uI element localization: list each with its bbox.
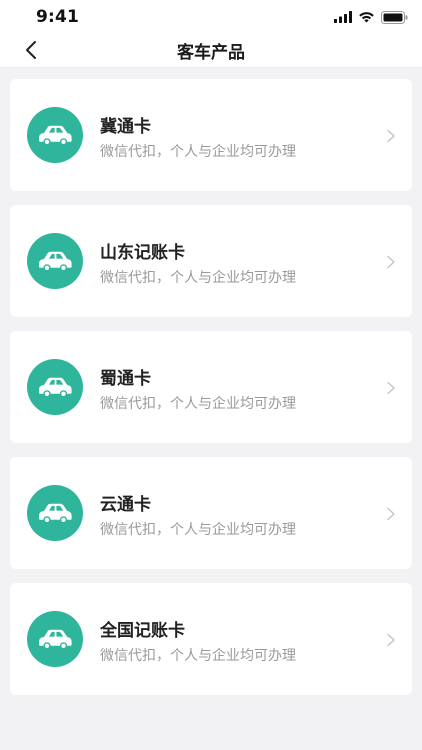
status-time: 9:41	[36, 7, 80, 27]
car-icon-badge	[27, 233, 83, 289]
battery-icon	[381, 10, 408, 24]
product-list: 冀通卡 微信代扣，个人与企业均可办理 山东记账卡 微信代扣，个人与企业均可办理	[10, 79, 412, 709]
car-icon	[39, 629, 72, 650]
car-icon-badge	[27, 359, 83, 415]
chevron-right-icon	[387, 255, 395, 269]
signal-icon	[334, 11, 352, 23]
product-title: 云通卡	[100, 495, 151, 515]
product-card-4[interactable]: 云通卡 微信代扣，个人与企业均可办理	[10, 457, 412, 569]
product-subtitle: 微信代扣，个人与企业均可办理	[100, 648, 296, 664]
wifi-icon	[359, 12, 374, 23]
chevron-right-icon	[387, 129, 395, 143]
chevron-right-icon	[387, 633, 395, 647]
product-subtitle: 微信代扣，个人与企业均可办理	[100, 396, 296, 412]
nav-bar: 客车产品	[0, 34, 422, 68]
product-subtitle: 微信代扣，个人与企业均可办理	[100, 522, 296, 538]
car-icon-badge	[27, 485, 83, 541]
car-icon-badge	[27, 611, 83, 667]
car-icon	[39, 125, 72, 146]
product-title: 山东记账卡	[100, 243, 185, 263]
product-subtitle: 微信代扣，个人与企业均可办理	[100, 144, 296, 160]
car-icon	[39, 377, 72, 398]
product-title: 蜀通卡	[100, 369, 151, 389]
product-title: 冀通卡	[100, 117, 151, 137]
product-card-3[interactable]: 蜀通卡 微信代扣，个人与企业均可办理	[10, 331, 412, 443]
car-icon	[39, 503, 72, 524]
status-icons	[334, 9, 408, 25]
product-card-5[interactable]: 全国记账卡 微信代扣，个人与企业均可办理	[10, 583, 412, 695]
car-icon-badge	[27, 107, 83, 163]
product-card-2[interactable]: 山东记账卡 微信代扣，个人与企业均可办理	[10, 205, 412, 317]
car-icon	[39, 251, 72, 272]
chevron-right-icon	[387, 507, 395, 521]
status-bar: 9:41	[0, 0, 422, 34]
page-title: 客车产品	[177, 43, 245, 63]
product-card-1[interactable]: 冀通卡 微信代扣，个人与企业均可办理	[10, 79, 412, 191]
product-title: 全国记账卡	[100, 621, 185, 641]
product-subtitle: 微信代扣，个人与企业均可办理	[100, 270, 296, 286]
chevron-right-icon	[387, 381, 395, 395]
